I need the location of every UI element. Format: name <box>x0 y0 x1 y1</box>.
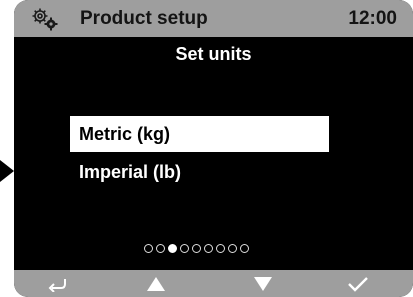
page-dot <box>204 244 213 253</box>
gears-icon <box>30 6 60 32</box>
option-imperial[interactable]: Imperial (lb) <box>70 154 329 190</box>
clock-time: 12:00 <box>348 8 397 29</box>
page-dot <box>216 244 225 253</box>
option-metric[interactable]: Metric (kg) <box>70 116 329 152</box>
softkey-bar <box>14 270 413 297</box>
confirm-button[interactable] <box>328 270 388 297</box>
page-dot <box>168 244 177 253</box>
device-screen: Product setup 12:00 Set units Metric (kg… <box>14 0 413 297</box>
page-dot <box>228 244 237 253</box>
page-dot <box>156 244 165 253</box>
up-button[interactable] <box>126 270 186 297</box>
page-indicator <box>144 244 249 256</box>
down-button[interactable] <box>233 270 293 297</box>
page-dot <box>144 244 153 253</box>
title-bar: Product setup 12:00 <box>14 0 413 37</box>
screen-heading: Set units <box>175 44 252 64</box>
back-button[interactable] <box>28 270 88 297</box>
selection-pointer-icon <box>0 160 14 182</box>
page-dot <box>180 244 189 253</box>
page-dot <box>240 244 249 253</box>
page-title: Product setup <box>80 8 208 29</box>
page-dot <box>192 244 201 253</box>
